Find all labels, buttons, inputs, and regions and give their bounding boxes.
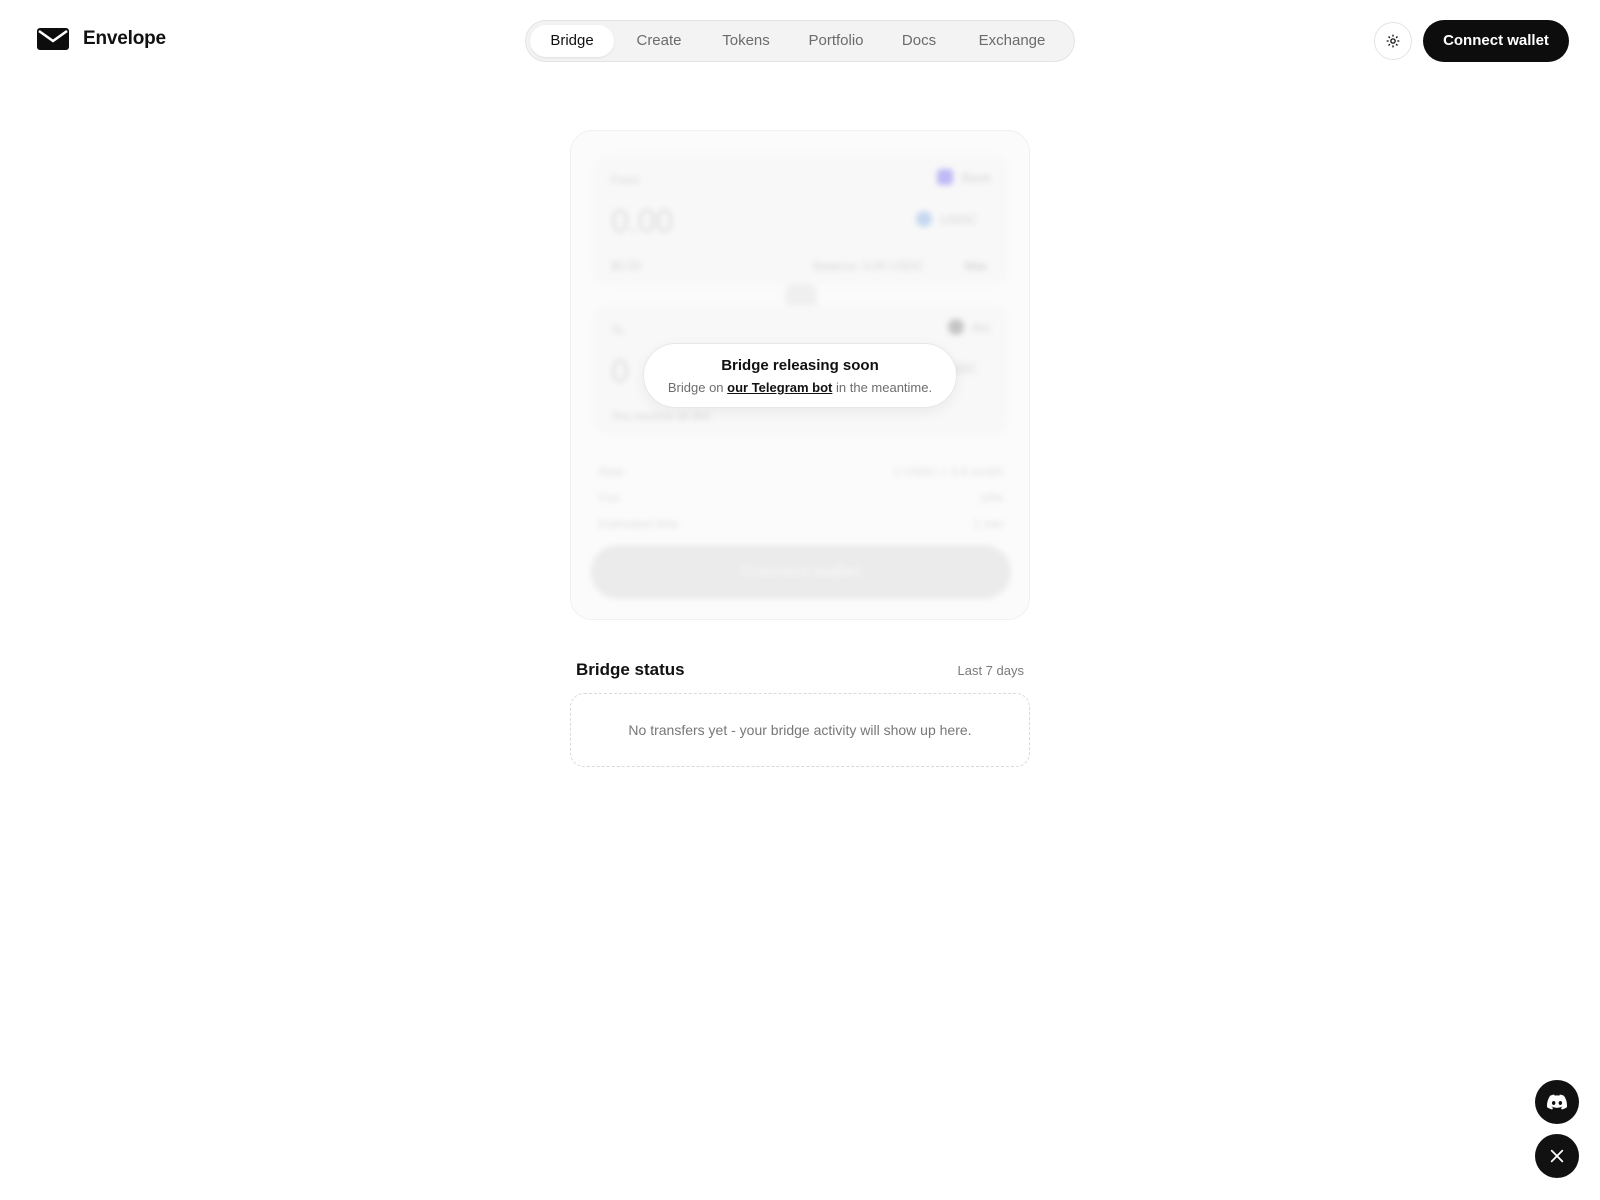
from-token-name: USDC — [940, 211, 977, 227]
status-range: Last 7 days — [957, 663, 1025, 678]
bridge-status-header: Bridge status Last 7 days — [576, 660, 1024, 680]
x-button[interactable] — [1535, 1134, 1579, 1178]
gear-icon — [1386, 34, 1400, 48]
from-panel: From Base 0.00 USDC $0.00 Balance: 0.00 … — [593, 155, 1009, 285]
rate-label: Rate — [599, 465, 625, 479]
balance-text: Balance: 0.00 USDC — [813, 259, 924, 273]
notice-subtitle: Bridge on our Telegram bot in the meanti… — [644, 380, 956, 395]
time-label: Estimated time — [599, 517, 679, 531]
rate-row: Rate 1 USDC = 0.9 eUSD — [599, 465, 1003, 479]
notice-prefix: Bridge on — [667, 380, 724, 395]
to-label: To — [611, 323, 624, 337]
brand[interactable]: Envelope — [37, 26, 166, 52]
from-usd-value: $0.00 — [611, 259, 642, 273]
to-chain-name: Arc — [971, 319, 992, 335]
time-value: 1 min — [973, 517, 1003, 531]
discord-button[interactable] — [1535, 1080, 1579, 1124]
max-button[interactable]: Max — [964, 259, 987, 273]
notice-suffix: in the meantime. — [836, 380, 933, 395]
from-amount-input[interactable]: 0.00 — [611, 203, 673, 240]
from-token-selector[interactable]: USDC — [916, 211, 977, 227]
receive-text: You receive on Arc — [611, 409, 711, 423]
from-label: From — [611, 173, 639, 187]
time-row: Estimated time 1 min — [599, 517, 1003, 531]
notice-title: Bridge releasing soon — [721, 357, 879, 374]
to-amount: 0 — [611, 353, 629, 389]
tab-portfolio[interactable]: Portfolio — [788, 25, 884, 57]
fee-row: Fee 10% — [599, 491, 1003, 505]
usdc-token-icon — [916, 211, 933, 227]
connect-wallet-button[interactable]: Connect wallet — [1423, 20, 1569, 62]
bridge-connect-button[interactable]: Connect wallet — [591, 545, 1011, 599]
from-chain-selector[interactable]: Base — [937, 169, 991, 185]
main-nav: Bridge Create Tokens Portfolio Docs Exch… — [525, 20, 1075, 62]
status-title: Bridge status — [576, 660, 685, 679]
x-icon — [1550, 1149, 1564, 1163]
top-bar: Envelope Bridge Create Tokens Portfolio … — [0, 0, 1600, 82]
brand-name: Envelope — [83, 28, 166, 49]
base-chain-icon — [937, 169, 954, 185]
from-chain-name: Base — [961, 169, 991, 185]
release-notice: Bridge releasing soon Bridge on our Tele… — [643, 343, 957, 408]
status-empty-state: No transfers yet - your bridge activity … — [570, 693, 1030, 767]
tab-tokens[interactable]: Tokens — [704, 25, 788, 57]
tab-create[interactable]: Create — [614, 25, 704, 57]
fee-label: Fee — [599, 491, 620, 505]
arc-chain-icon — [947, 319, 964, 335]
rate-value: 1 USDC = 0.9 eUSD — [893, 465, 1003, 479]
tab-bridge[interactable]: Bridge — [530, 25, 614, 57]
telegram-bot-link[interactable]: our Telegram bot — [727, 380, 832, 395]
tab-exchange[interactable]: Exchange — [954, 25, 1070, 57]
discord-icon — [1547, 1094, 1567, 1110]
tab-docs[interactable]: Docs — [884, 25, 954, 57]
to-chain-selector[interactable]: Arc — [947, 319, 992, 335]
fee-value: 10% — [978, 491, 1003, 505]
settings-button[interactable] — [1374, 22, 1412, 60]
envelope-icon — [37, 28, 69, 50]
